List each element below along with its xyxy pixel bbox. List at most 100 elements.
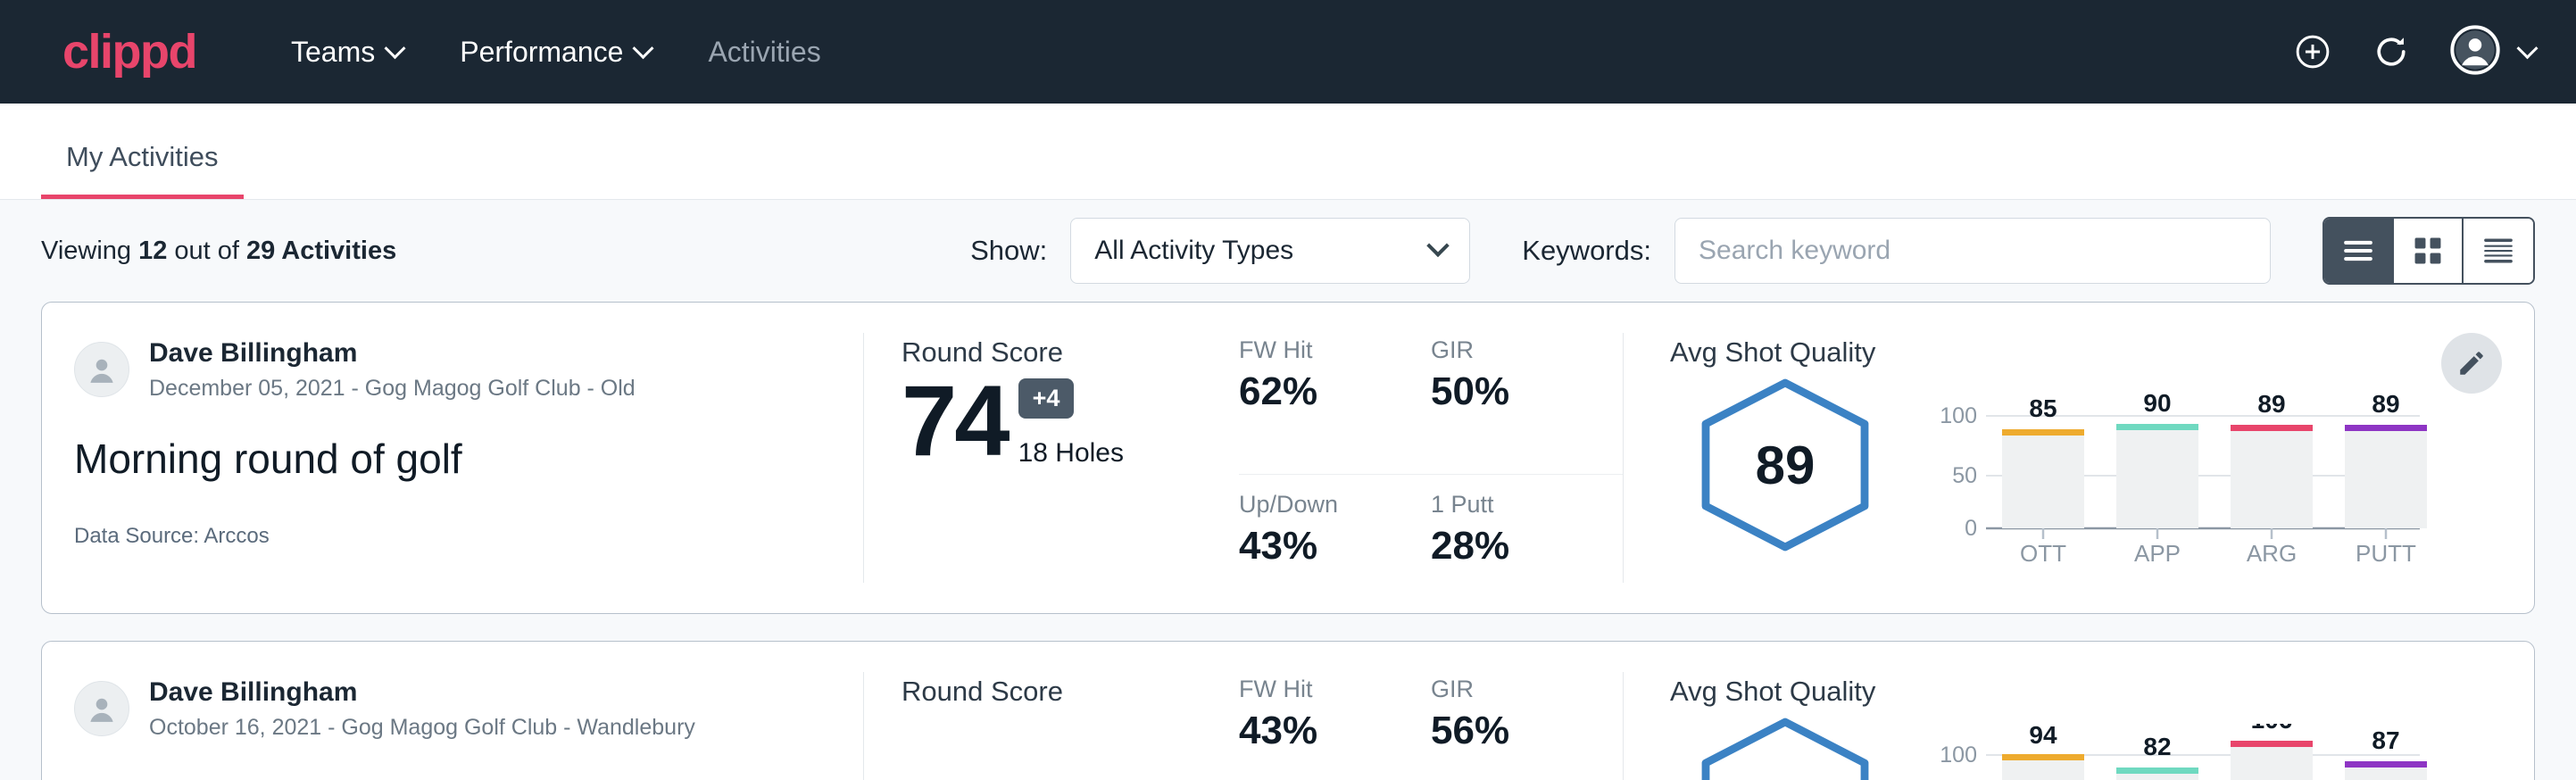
stat-value: 43% [1239,524,1402,568]
stat-label: FW Hit [1239,676,1402,703]
avg-shot-quality-body: 100 94 82 [1670,715,2534,780]
ytick-50: 50 [1952,463,1977,488]
page-tab-bar: My Activities [0,104,2576,200]
bar-value-putt: 87 [2372,726,2399,754]
shot-quality-value: 89 [1691,376,1879,554]
bar-value-app: 82 [2143,733,2171,760]
bar-value-putt: 89 [2372,390,2399,418]
account-menu[interactable] [2450,25,2535,79]
stats-column: FW Hit 62% GIR 50% Up/Down 43% 1 Putt 28… [1239,303,1623,613]
activity-person-row: Dave Billingham October 16, 2021 - Gog M… [74,676,822,742]
activity-info-column: Dave Billingham October 16, 2021 - Gog M… [42,642,863,780]
nav-actions [2293,25,2535,79]
shot-quality-hexagon [1691,715,1879,780]
bar-chart-svg: 100 94 82 [1927,724,2427,780]
stat-label: FW Hit [1239,336,1402,364]
bar-ott: 94 [2002,724,2084,780]
stat-label: Up/Down [1239,491,1402,519]
clippd-logo[interactable]: clippd [62,28,196,76]
activity-card[interactable]: Dave Billingham October 16, 2021 - Gog M… [41,641,2535,780]
round-score-label: Round Score [902,336,1239,369]
show-label: Show: [970,235,1047,267]
avatar [74,342,129,397]
round-score-side: +4 18 Holes [1018,378,1124,469]
viewing-prefix: Viewing [41,236,138,265]
stat-label: 1 Putt [1431,491,1594,519]
stat-up-down: Up/Down 43% [1239,475,1431,614]
activity-meta: October 16, 2021 - Gog Magog Golf Club -… [149,713,695,743]
ytick-100: 100 [1940,403,1977,428]
bar-putt: 87 [2345,726,2427,780]
stat-value: 56% [1431,709,1594,753]
chevron-down-icon [633,37,654,59]
bar-value-app: 90 [2143,389,2171,417]
avatar [74,681,129,736]
nav-link-activities-label: Activities [708,36,820,69]
stats-column: FW Hit 43% GIR 56% [1239,642,1623,780]
viewing-count: 12 [138,236,167,265]
search-input[interactable] [1674,218,2271,284]
activity-person-text: Dave Billingham October 16, 2021 - Gog M… [149,676,695,742]
top-navigation-bar: clippd Teams Performance Activities [0,0,2576,104]
shot-quality-hexagon: 89 [1691,376,1879,554]
refresh-icon[interactable] [2372,32,2411,71]
nav-link-performance-label: Performance [460,36,623,69]
shot-quality-bar-chart: 100 94 82 [1927,724,2427,780]
stat-value: 62% [1239,369,1402,414]
filter-controls: Show: All Activity Types Keywords: [970,217,2535,285]
activity-meta: December 05, 2021 - Gog Magog Golf Club … [149,374,636,403]
avg-shot-quality-label: Avg Shot Quality [1670,336,2534,369]
chevron-down-icon [1427,235,1450,257]
bar-arg: 106 [2231,724,2313,780]
chevron-down-icon [385,37,406,59]
avg-shot-quality-label: Avg Shot Quality [1670,676,2534,708]
score-to-par-badge: +4 [1018,378,1075,419]
bar-ott: 85 OTT [2002,394,2084,563]
keywords-label: Keywords: [1522,235,1651,267]
compact-view-button[interactable] [2464,219,2533,283]
activity-person-row: Dave Billingham December 05, 2021 - Gog … [74,336,822,402]
stat-fw-hit: FW Hit 43% [1239,676,1431,780]
bar-value-ott: 94 [2029,724,2057,749]
nav-link-activities[interactable]: Activities [679,36,849,69]
stat-value: 50% [1431,369,1594,414]
grid-view-button[interactable] [2394,219,2464,283]
bar-chart-svg: 100 50 0 85 OTT [1927,385,2427,563]
bar-value-arg: 106 [2251,724,2293,734]
nav-link-performance[interactable]: Performance [431,36,679,69]
ytick-0: 0 [1965,516,1977,541]
activity-title: Morning round of golf [74,435,822,483]
avg-shot-quality-body: 89 100 50 0 [1670,376,2534,568]
tab-my-activities[interactable]: My Activities [41,141,244,199]
activity-card[interactable]: Dave Billingham December 05, 2021 - Gog … [41,302,2535,614]
viewing-count-text: Viewing 12 out of 29 Activities [41,236,396,266]
stat-value: 43% [1239,709,1402,753]
edit-activity-button[interactable] [2441,333,2502,394]
stat-fw-hit: FW Hit 62% [1239,336,1431,475]
viewing-total: 29 Activities [246,236,396,265]
bar-label-arg: ARG [2247,540,2297,563]
tab-my-activities-label: My Activities [66,141,219,172]
activity-info-column: Dave Billingham December 05, 2021 - Gog … [42,303,863,613]
list-view-button[interactable] [2324,219,2394,283]
activity-type-select[interactable]: All Activity Types [1070,218,1470,284]
ytick-100: 100 [1940,743,1977,768]
nav-link-teams-label: Teams [291,36,375,69]
bar-value-ott: 85 [2029,394,2057,422]
bar-app: 82 [2116,733,2198,780]
stat-value: 28% [1431,524,1594,568]
stat-gir: GIR 50% [1431,336,1623,475]
activity-card-list: Dave Billingham December 05, 2021 - Gog … [0,302,2576,780]
data-source-label: Data Source: Arccos [74,524,822,549]
player-name: Dave Billingham [149,336,636,370]
stat-label: GIR [1431,336,1594,364]
stat-gir: GIR 56% [1431,676,1623,780]
stat-label: GIR [1431,676,1594,703]
chevron-down-icon [2516,37,2538,59]
filter-toolbar: Viewing 12 out of 29 Activities Show: Al… [0,200,2576,302]
player-name: Dave Billingham [149,676,695,709]
account-avatar-icon [2450,25,2500,79]
nav-link-teams[interactable]: Teams [262,36,431,69]
shot-quality-bar-chart: 100 50 0 85 OTT [1927,385,2427,568]
add-circle-icon[interactable] [2293,32,2332,71]
